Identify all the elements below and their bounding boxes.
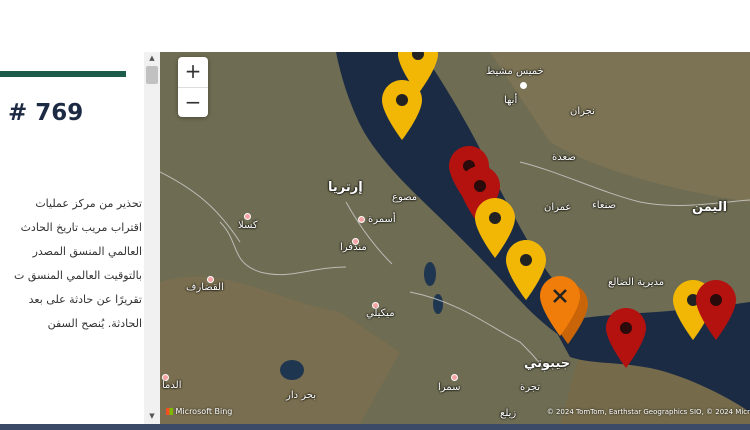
scroll-up-arrow-icon[interactable]: ▲ (144, 54, 160, 64)
description-line: تقريرًا عن حادثة على بعد (28, 293, 142, 306)
incident-pin-yellow-icon[interactable] (380, 78, 424, 142)
description-line: بالتوقيت العالمي المنسق ت (13, 269, 142, 282)
map-label-amran: عمران (544, 202, 572, 213)
bing-attribution[interactable]: Microsoft Bing (166, 407, 232, 416)
map-label-kassala: كسلا (238, 220, 258, 231)
city-marker (358, 216, 365, 223)
map-label-mendefera: مندفرا (340, 242, 367, 253)
map-label-bahir-dar: بحر دار (286, 390, 316, 401)
panel-scrollbar[interactable]: ▲ ▼ (144, 52, 160, 424)
map-label-mekele: ميكيلي (366, 308, 395, 319)
map-label-saada: صعدة (552, 152, 576, 163)
map-label-semera: سمرا (438, 382, 461, 393)
incident-pin-red-icon[interactable] (604, 306, 648, 370)
zoom-out-button[interactable]: − (178, 88, 208, 118)
incident-pin-red-icon[interactable] (694, 278, 738, 342)
incident-description: تحذير من مركز عمليات اقتراب مريب تاريخ ا… (0, 192, 142, 336)
microsoft-logo-icon (166, 408, 173, 415)
description-line: اقتراب مريب تاريخ الحادث (20, 221, 142, 234)
map-label-eritrea: إرتريا (328, 180, 363, 195)
map-terrain (160, 52, 750, 424)
incident-number: # 769 (8, 100, 84, 126)
map-label-dhale: مديرية الضالع (608, 277, 665, 288)
footer-bar (0, 424, 750, 430)
map-label-asmara: أسمرة (368, 214, 396, 225)
map-label-gedaref: القضارف (186, 282, 224, 293)
map-label-sanaa: صنعاء (592, 200, 617, 211)
scroll-down-arrow-icon[interactable]: ▼ (144, 412, 160, 422)
description-line: الحادثة. يُنصح السفن (47, 317, 142, 330)
zoom-control: + − (178, 57, 208, 117)
description-line: تحذير من مركز عمليات (35, 197, 142, 210)
scroll-thumb[interactable] (146, 66, 158, 84)
map-label-damazin: الدما (162, 380, 182, 391)
bing-label: Microsoft Bing (175, 407, 233, 416)
city-marker (244, 213, 251, 220)
map-label-tadjoura: تجرة (520, 382, 540, 393)
top-bar (0, 0, 750, 53)
map-label-najran: نجران (570, 106, 595, 117)
map-label-khamis: خميس مشيط (486, 66, 544, 77)
map-label-zeila: زيلع (500, 408, 517, 419)
map-copyright: © 2024 TomTom, Earthstar Geographics SIO… (546, 408, 750, 416)
zoom-in-button[interactable]: + (178, 57, 208, 87)
city-marker (451, 374, 458, 381)
map-label-yemen: اليمن (692, 200, 728, 215)
city-marker (520, 82, 527, 89)
map-label-abha: أبها (504, 95, 518, 106)
map-label-djibouti: جيبوتي (524, 356, 571, 371)
incident-map[interactable]: + − خميس مشيط أبها نجران صعدة إرتريا مصو… (160, 52, 750, 424)
map-label-massawa: مصوع (392, 192, 418, 203)
incident-panel: # 769 تحذير من مركز عمليات اقتراب مريب ت… (0, 52, 160, 424)
accent-bar (0, 71, 126, 77)
incident-pin-orange-x-icon[interactable] (538, 274, 582, 338)
description-line: العالمي المنسق المصدر (32, 245, 142, 258)
